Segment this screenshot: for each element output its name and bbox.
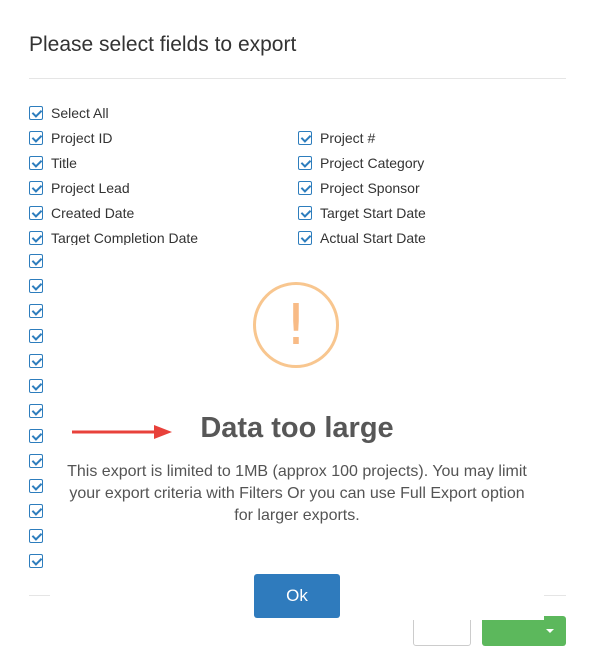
field-checkbox[interactable]	[29, 206, 43, 220]
field-checkbox[interactable]	[298, 181, 312, 195]
field-hidden-row[interactable]	[29, 351, 51, 371]
dialog-title: Please select fields to export	[29, 33, 297, 56]
field-label: Project Lead	[51, 180, 130, 196]
field-project-sponsor[interactable]: Project Sponsor	[298, 178, 420, 198]
cancel-button[interactable]	[413, 616, 471, 646]
field-label: Actual Start Date	[320, 230, 426, 246]
field-created-date[interactable]: Created Date	[29, 203, 134, 223]
field-project-category[interactable]: Project Category	[298, 153, 424, 173]
field-hidden-row[interactable]	[29, 251, 51, 271]
field-target-start-date[interactable]: Target Start Date	[298, 203, 426, 223]
alert-message: This export is limited to 1MB (approx 10…	[67, 463, 527, 524]
ok-button[interactable]: Ok	[254, 574, 340, 618]
field-label: Project Category	[320, 155, 425, 171]
field-hidden-row[interactable]	[29, 451, 51, 471]
field-hidden-row[interactable]	[29, 476, 51, 496]
header-divider	[29, 78, 566, 79]
field-checkbox[interactable]	[298, 131, 312, 145]
field-hidden-row[interactable]	[29, 551, 51, 571]
field-hidden-row[interactable]	[29, 301, 51, 321]
field-project-lead[interactable]: Project Lead	[29, 178, 130, 198]
field-checkbox[interactable]	[298, 206, 312, 220]
field-title[interactable]: Title	[29, 153, 77, 173]
field-label: Project Sponsor	[320, 180, 420, 196]
field-checkbox[interactable]	[29, 329, 43, 343]
field-checkbox[interactable]	[29, 231, 43, 245]
field-checkbox[interactable]	[29, 354, 43, 368]
exclamation-icon: !	[253, 282, 339, 368]
field-checkbox[interactable]	[29, 479, 43, 493]
field-checkbox[interactable]	[29, 529, 43, 543]
alert-title: Data too large	[200, 412, 394, 444]
field-hidden-row[interactable]	[29, 276, 51, 296]
field-label: Project #	[320, 130, 376, 146]
caret-down-icon[interactable]	[546, 629, 554, 633]
field-hidden-row[interactable]	[29, 501, 51, 521]
field-checkbox[interactable]	[29, 279, 43, 293]
field-checkbox[interactable]	[29, 379, 43, 393]
field-checkbox[interactable]	[29, 554, 43, 568]
field-label: Target Completion Date	[51, 230, 199, 246]
field-checkbox[interactable]	[29, 254, 43, 268]
field-checkbox[interactable]	[29, 504, 43, 518]
field-checkbox[interactable]	[29, 454, 43, 468]
field-project-id[interactable]: Project ID	[29, 128, 112, 148]
field-checkbox[interactable]	[29, 156, 43, 170]
field-label: Title	[51, 155, 77, 171]
select-all-checkbox[interactable]	[29, 106, 43, 120]
field-label: Target Start Date	[320, 205, 426, 221]
field-checkbox[interactable]	[298, 156, 312, 170]
field-hidden-row[interactable]	[29, 526, 51, 546]
field-project-number[interactable]: Project #	[298, 128, 375, 148]
field-select-all[interactable]: Select All	[29, 103, 109, 123]
field-checkbox[interactable]	[298, 231, 312, 245]
field-hidden-row[interactable]	[29, 376, 51, 396]
field-hidden-row[interactable]	[29, 326, 51, 346]
field-label: Project ID	[51, 130, 113, 146]
export-button[interactable]	[482, 616, 566, 646]
field-label: Created Date	[51, 205, 135, 221]
field-checkbox[interactable]	[29, 304, 43, 318]
field-checkbox[interactable]	[29, 131, 43, 145]
field-checkbox[interactable]	[29, 181, 43, 195]
field-label: Select All	[51, 105, 109, 121]
